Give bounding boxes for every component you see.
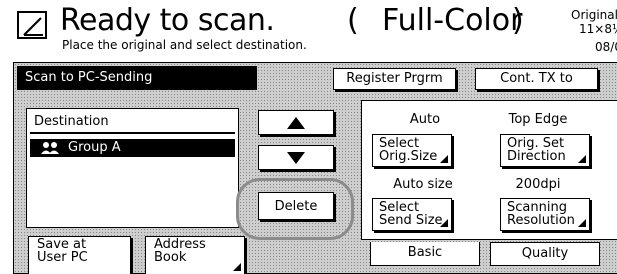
- scroll-up-button[interactable]: [258, 110, 334, 135]
- scanner-screen: Ready to scan. Place the original and se…: [0, 0, 617, 274]
- tab-basic[interactable]: Basic: [370, 242, 480, 266]
- save-at-user-pc-button[interactable]: Save at User PC: [28, 236, 131, 274]
- register-program-label: Register Prgrm: [346, 71, 443, 86]
- address-book-button[interactable]: Address Book: [145, 236, 245, 274]
- down-arrow-icon: [287, 151, 305, 164]
- address-book-submenu-indicator: [233, 263, 241, 271]
- register-program-button[interactable]: Register Prgrm: [333, 68, 456, 90]
- destination-list: Destination Group A: [26, 108, 239, 228]
- scanning-resolution-button[interactable]: Scanning Resolution: [500, 198, 590, 231]
- select-send-size-button[interactable]: Select Send Size: [372, 198, 452, 231]
- destination-title: Destination: [34, 114, 109, 129]
- orig-set-direction-button[interactable]: Orig. Set Direction: [500, 134, 590, 167]
- original-size: 11×8½": [579, 22, 617, 36]
- group-icon: [41, 142, 59, 154]
- scanning-resolution-submenu-indicator: [578, 219, 586, 227]
- continuous-tx-label: Cont. TX to: [500, 71, 573, 86]
- orig-set-direction-label: Orig. Set Direction: [507, 136, 566, 164]
- scanner-status-icon: [17, 11, 47, 39]
- select-orig-size-button[interactable]: Select Orig.Size: [372, 134, 452, 167]
- status-title: Ready to scan.: [60, 3, 275, 38]
- resolution-value: 200dpi: [515, 177, 561, 192]
- function-header: Scan to PC-Sending: [17, 66, 257, 90]
- scroll-down-button[interactable]: [258, 145, 334, 170]
- save-at-user-pc-label: Save at User PC: [37, 237, 88, 265]
- orig-set-direction-submenu-indicator: [578, 155, 586, 163]
- scanning-resolution-label: Scanning Resolution: [507, 200, 575, 228]
- delete-button[interactable]: Delete: [258, 192, 334, 220]
- tab-quality[interactable]: Quality: [490, 242, 600, 266]
- orig-size-value: Auto: [409, 112, 441, 127]
- status-subtitle: Place the original and select destinatio…: [62, 38, 307, 52]
- color-mode-paren-open: (: [347, 3, 359, 38]
- tab-basic-label: Basic: [407, 245, 443, 260]
- select-orig-size-submenu-indicator: [440, 155, 448, 163]
- status-bar: Ready to scan. Place the original and se…: [0, 0, 617, 58]
- color-mode-label: Full-Color: [382, 3, 523, 38]
- page-fraction: 08/0: [595, 40, 617, 54]
- destination-label: Group A: [68, 140, 121, 155]
- original-label: Original: [571, 8, 617, 22]
- delete-label: Delete: [274, 199, 318, 214]
- send-size-value: Auto size: [393, 177, 453, 192]
- up-arrow-icon: [287, 116, 305, 129]
- destination-row[interactable]: Group A: [30, 139, 235, 157]
- destination-divider: [30, 132, 235, 134]
- continuous-tx-button[interactable]: Cont. TX to: [475, 68, 598, 90]
- tab-quality-label: Quality: [521, 246, 569, 261]
- address-book-label: Address Book: [154, 237, 206, 265]
- select-send-size-submenu-indicator: [440, 219, 448, 227]
- orig-direction-value: Top Edge: [508, 112, 568, 127]
- color-mode-paren-close: ): [512, 3, 524, 38]
